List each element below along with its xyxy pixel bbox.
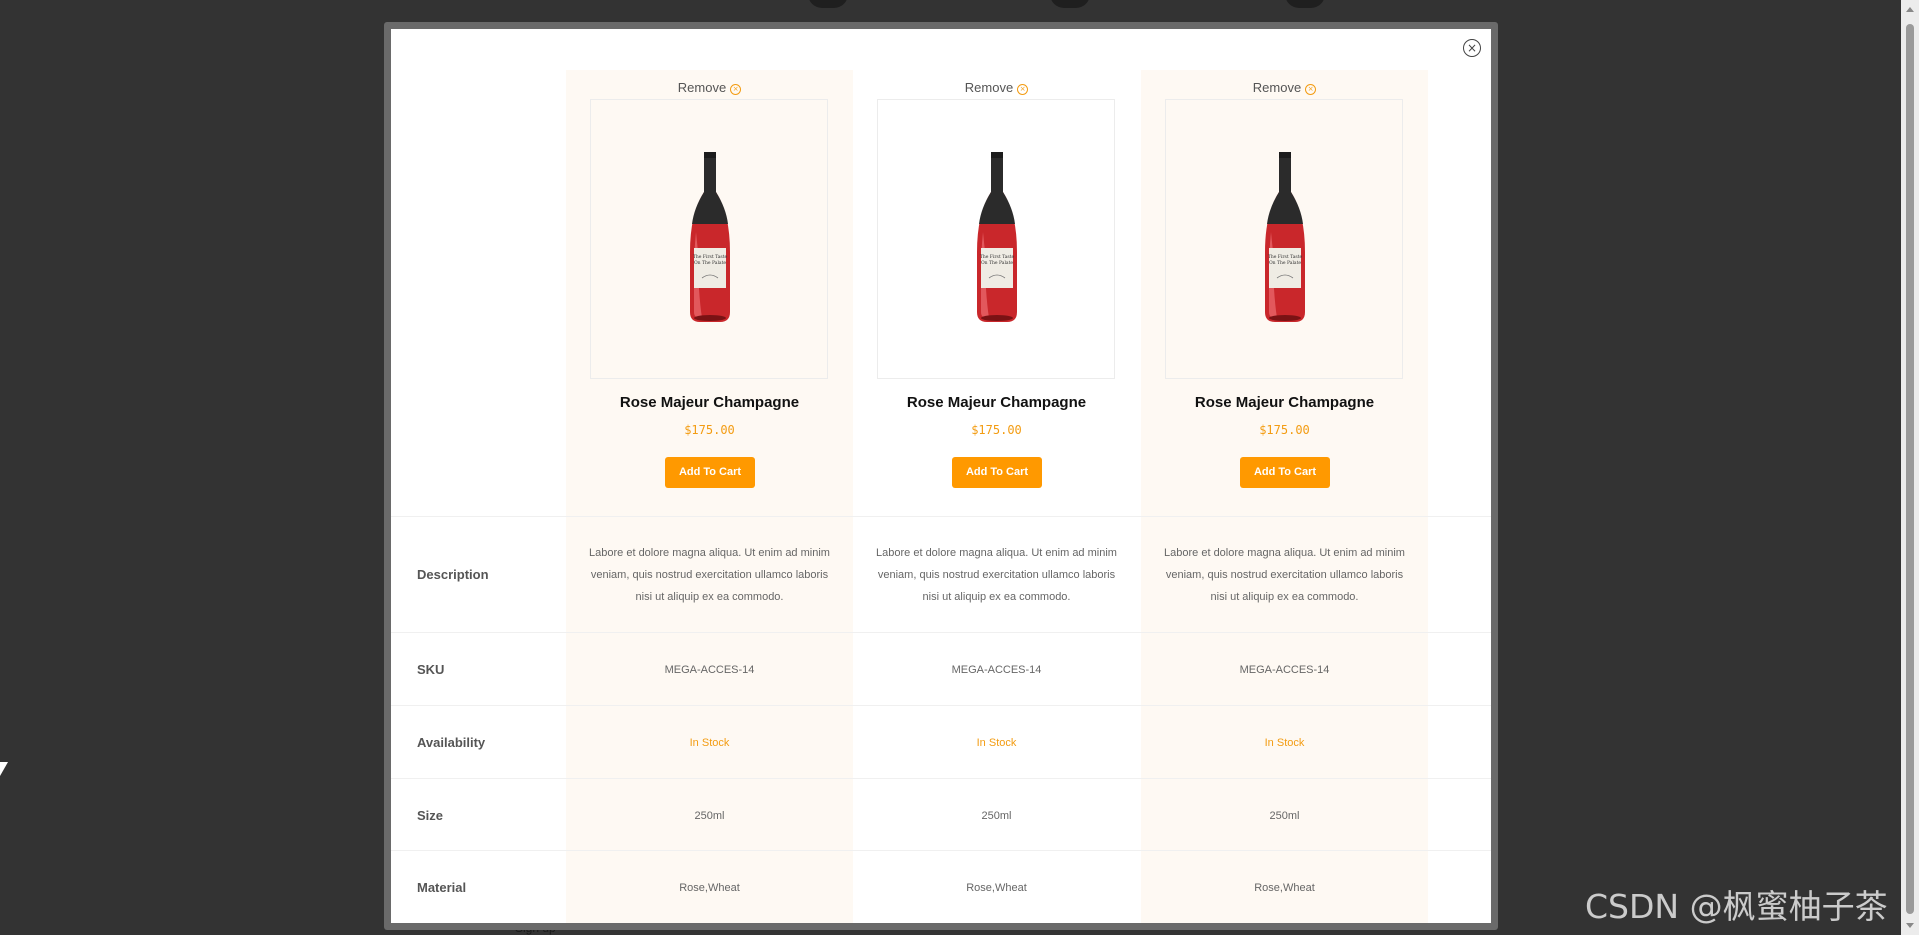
compare-modal: × Remove× The First Taste On The Palate xyxy=(391,29,1491,923)
description-cell: Labore et dolore magna aliqua. Ut enim a… xyxy=(589,547,830,603)
availability-cell: In Stock xyxy=(689,737,730,749)
remove-button[interactable]: Remove × xyxy=(853,80,1140,95)
compare-row-availability: Availability In Stock In Stock In Stock xyxy=(391,705,1491,778)
add-to-cart-button[interactable]: Add To Cart xyxy=(952,457,1042,488)
size-cell: 250ml xyxy=(694,810,725,822)
background-product-thumb xyxy=(808,0,848,8)
row-label: Availability xyxy=(417,735,486,750)
product-card: Remove × The First Taste On The Palate Ro… xyxy=(853,70,1140,511)
scroll-thumb[interactable] xyxy=(1906,24,1914,914)
availability-cell: In Stock xyxy=(976,737,1017,749)
bottle-label-line: The First Taste xyxy=(693,254,728,260)
bottle-label-line: On The Palate xyxy=(1269,260,1301,266)
product-image[interactable]: The First Taste On The Palate xyxy=(877,99,1115,379)
remove-label: Remove xyxy=(1252,80,1302,95)
availability-cell: In Stock xyxy=(1264,737,1305,749)
sku-cell: MEGA-ACCES-14 xyxy=(664,664,755,676)
mouse-cursor-icon xyxy=(0,762,8,776)
page: Sign up × Remove× The First Ta xyxy=(0,0,1919,935)
add-to-cart-button[interactable]: Add To Cart xyxy=(665,457,755,488)
description-cell: Labore et dolore magna aliqua. Ut enim a… xyxy=(1164,547,1405,603)
product-price: $175.00 xyxy=(1259,423,1310,437)
compare-row-sku: SKU MEGA-ACCES-14 MEGA-ACCES-14 MEGA-ACC… xyxy=(391,632,1491,705)
champagne-bottle-image: The First Taste On The Palate xyxy=(1265,152,1305,322)
bottle-label-line: The First Taste xyxy=(1268,254,1303,260)
material-cell: Rose,Wheat xyxy=(966,882,1027,894)
row-label: Description xyxy=(417,567,489,582)
compare-row-size: Size 250ml 250ml 250ml xyxy=(391,778,1491,851)
description-cell: Labore et dolore magna aliqua. Ut enim a… xyxy=(876,547,1117,603)
champagne-bottle-image: The First Taste On The Palate xyxy=(977,152,1017,322)
product-name[interactable]: Rose Majeur Champagne xyxy=(1141,394,1428,411)
row-label: Material xyxy=(417,880,467,895)
page-scrollbar[interactable] xyxy=(1901,0,1919,935)
remove-icon[interactable]: × xyxy=(1305,84,1317,95)
product-price: $175.00 xyxy=(971,423,1022,437)
product-name[interactable]: Rose Majeur Champagne xyxy=(853,394,1140,411)
material-cell: Rose,Wheat xyxy=(1254,882,1315,894)
remove-button[interactable]: Remove × xyxy=(566,80,853,95)
product-name[interactable]: Rose Majeur Champagne xyxy=(566,394,853,411)
background-product-thumb xyxy=(1050,0,1090,8)
scroll-down-icon[interactable] xyxy=(1906,923,1914,928)
product-card: Remove × The First Taste On The Palate Ro… xyxy=(1141,70,1428,511)
product-image[interactable]: The First Taste On The Palate xyxy=(1165,99,1403,379)
remove-icon[interactable]: × xyxy=(1017,84,1029,95)
background-product-thumb xyxy=(1285,0,1325,8)
row-label: Size xyxy=(417,808,444,823)
add-to-cart-button[interactable]: Add To Cart xyxy=(1240,457,1330,488)
watermark: CSDN @枫蜜柚子茶 xyxy=(1585,887,1888,926)
row-label: SKU xyxy=(417,662,445,677)
bottle-label-line: On The Palate xyxy=(981,260,1013,266)
remove-label: Remove xyxy=(677,80,727,95)
close-icon[interactable]: × xyxy=(1463,39,1481,57)
size-cell: 250ml xyxy=(1269,810,1300,822)
material-cell: Rose,Wheat xyxy=(679,882,740,894)
sku-cell: MEGA-ACCES-14 xyxy=(951,664,1042,676)
remove-label: Remove xyxy=(964,80,1014,95)
remove-button[interactable]: Remove × xyxy=(1141,80,1428,95)
product-image[interactable]: The First Taste On The Palate xyxy=(590,99,828,379)
compare-row-material: Material Rose,Wheat Rose,Wheat Rose,Whea… xyxy=(391,850,1491,923)
remove-icon[interactable]: × xyxy=(730,84,742,95)
sku-cell: MEGA-ACCES-14 xyxy=(1239,664,1330,676)
product-price: $175.00 xyxy=(684,423,735,437)
champagne-bottle-image: The First Taste On The Palate xyxy=(690,152,730,322)
size-cell: 250ml xyxy=(981,810,1012,822)
product-card: Remove × The First Taste On The Palate Ro… xyxy=(566,70,853,511)
bottle-label-line: The First Taste xyxy=(980,254,1015,260)
bottle-label-line: On The Palate xyxy=(694,260,726,266)
compare-row-description: Description Labore et dolore magna aliqu… xyxy=(391,516,1491,632)
scroll-up-icon[interactable] xyxy=(1906,7,1914,12)
